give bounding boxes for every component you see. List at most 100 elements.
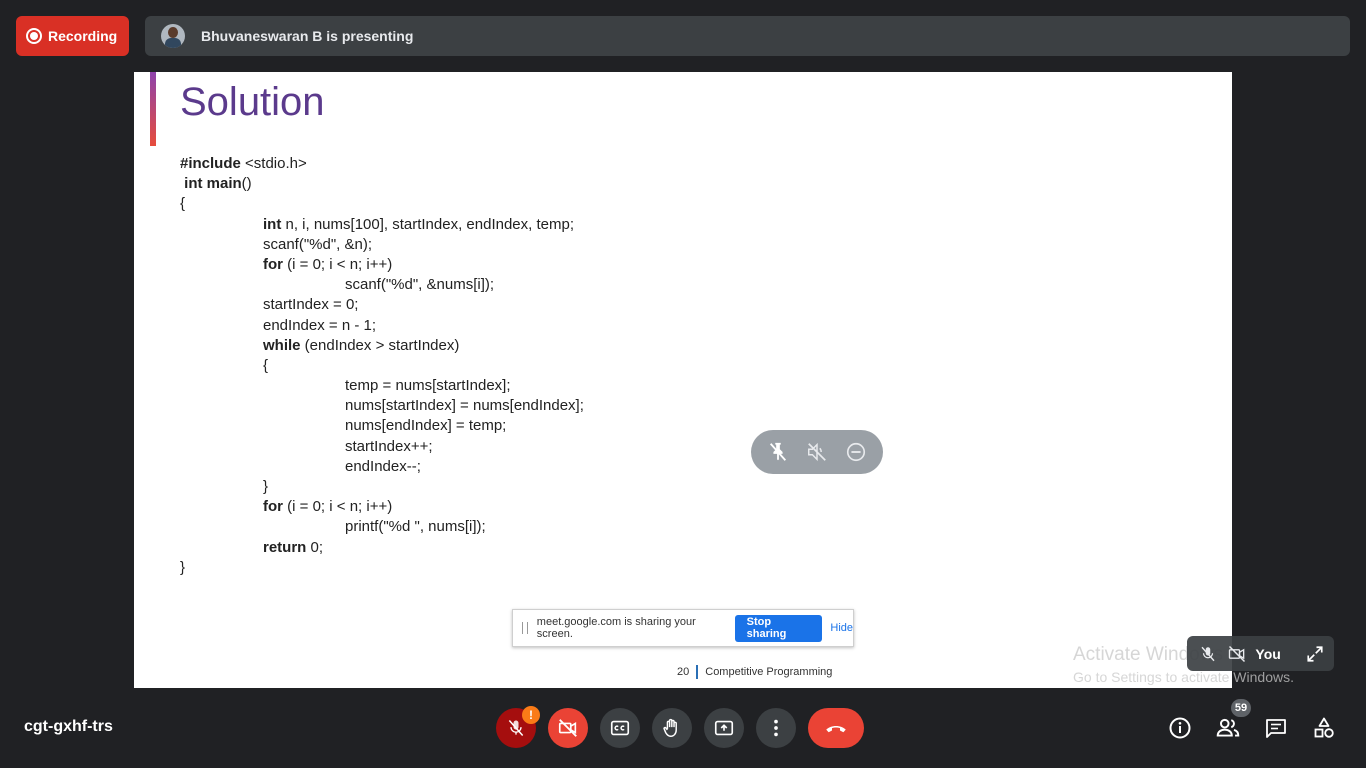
code-text: { [263,356,269,374]
recording-label: Recording [48,28,118,44]
code-line: return 0; [180,538,584,558]
self-view-tile[interactable]: You [1187,636,1334,671]
code-line: for (i = 0; i < n; i++) [180,255,584,275]
volume-off-icon[interactable] [804,439,830,465]
presenter-banner: Bhuvaneswaran B is presenting [145,16,1350,56]
code-keyword: while [263,336,301,354]
captions-icon [610,720,630,736]
camera-off-icon [558,719,577,737]
tile-controls [751,430,883,474]
self-label: You [1255,645,1281,662]
footer-divider [696,665,699,679]
code-text: (endIndex > startIndex) [300,336,460,354]
meeting-details-button[interactable] [1165,713,1195,743]
code-text: endIndex--; [345,457,421,475]
chat-icon [1266,719,1286,738]
code-line: #include <stdio.h> [180,154,584,174]
info-icon [1169,717,1191,739]
activities-icon [1314,717,1334,738]
slide-footer-text: Competitive Programming [705,666,833,678]
code-text: scanf("%d", &n); [263,235,373,253]
slide-page-number: 20 [677,666,690,678]
screen-share-notice: meet.google.com is sharing your screen. … [512,609,854,647]
present-screen-icon [714,720,734,736]
raise-hand-button[interactable] [652,708,692,748]
people-icon [1216,718,1240,737]
code-line: for (i = 0; i < n; i++) [180,497,584,517]
more-vert-icon [774,719,778,737]
more-options-button[interactable] [756,708,796,748]
mic-warning-badge: ! [522,706,540,724]
camera-off-icon [1226,643,1247,665]
code-text: nums[startIndex] = nums[endIndex]; [345,397,584,415]
code-text: { [180,195,186,213]
code-text: 0; [306,538,324,556]
code-keyword: return [263,538,307,556]
activate-subtitle: Go to Settings to activate Windows. [1073,669,1294,685]
code-keyword: #include [180,155,241,172]
presenter-text: Bhuvaneswaran B is presenting [201,28,414,44]
code-line: } [180,558,584,578]
code-text: startIndex++; [345,437,433,455]
chat-button[interactable] [1261,713,1291,743]
activities-button[interactable] [1309,713,1339,743]
code-line: scanf("%d", &n); [180,235,584,255]
slide-title: Solution [180,80,325,124]
code-line: { [180,356,584,376]
code-line: nums[endIndex] = temp; [180,416,584,436]
people-button[interactable]: 59 [1213,699,1251,743]
code-line: startIndex++; [180,437,584,457]
code-keyword: for [263,498,283,516]
camera-toggle-button[interactable] [548,708,588,748]
end-call-icon [826,725,846,733]
code-text: scanf("%d", &nums[i]); [345,276,495,294]
code-text: nums[endIndex] = temp; [345,417,507,435]
mic-toggle-button[interactable]: ! [496,706,540,748]
code-line: scanf("%d", &nums[i]); [180,275,584,295]
meeting-code[interactable]: cgt-gxhf-trs [24,718,113,736]
code-line: printf("%d ", nums[i]); [180,517,584,537]
shared-screen: Solution #include <stdio.h> int main(){i… [134,72,1232,688]
presenter-avatar [161,24,185,48]
hide-notice-button[interactable]: Hide [830,622,853,634]
code-line: nums[startIndex] = nums[endIndex]; [180,396,584,416]
code-text: } [263,478,269,495]
share-notice-message: meet.google.com is sharing your screen. [536,616,696,640]
code-text: printf("%d ", nums[i]); [345,518,486,536]
slide-accent-bar [150,72,156,146]
participants-count-badge: 59 [1231,699,1251,717]
code-text: () [241,175,252,193]
code-keyword: for [263,255,283,273]
code-text: <stdio.h> [240,155,307,172]
remove-circle-icon[interactable] [843,439,869,465]
end-call-button[interactable] [808,708,864,748]
code-line: startIndex = 0; [180,295,584,315]
code-keyword: int main [180,175,242,193]
code-text: (i = 0; i < n; i++) [283,498,393,516]
code-block: #include <stdio.h> int main(){int n, i, … [180,154,584,578]
code-text: startIndex = 0; [263,296,359,314]
stop-sharing-button[interactable]: Stop sharing [734,614,823,642]
captions-button[interactable] [600,708,640,748]
code-line: int main() [180,174,584,194]
code-line: { [180,194,584,214]
present-screen-button[interactable] [704,708,744,748]
pin-off-icon[interactable] [765,439,791,465]
recording-button[interactable]: Recording [16,16,129,56]
code-text: n, i, nums[100], startIndex, endIndex, t… [281,215,574,233]
code-line: endIndex = n - 1; [180,316,584,336]
raise-hand-icon [663,718,677,737]
code-text: } [180,558,186,576]
drag-handle-icon[interactable] [522,622,528,634]
mic-off-icon [508,720,524,736]
code-keyword: int [263,215,282,233]
code-line: } [180,477,584,497]
code-text: temp = nums[startIndex]; [345,377,511,395]
code-line: endIndex--; [180,457,584,477]
expand-icon[interactable] [1305,643,1326,665]
code-line: temp = nums[startIndex]; [180,376,584,396]
slide-footer: 20 Competitive Programming [677,665,832,679]
code-text: (i = 0; i < n; i++) [283,255,393,273]
record-circle-icon [26,28,42,44]
mic-off-icon [1197,643,1218,665]
